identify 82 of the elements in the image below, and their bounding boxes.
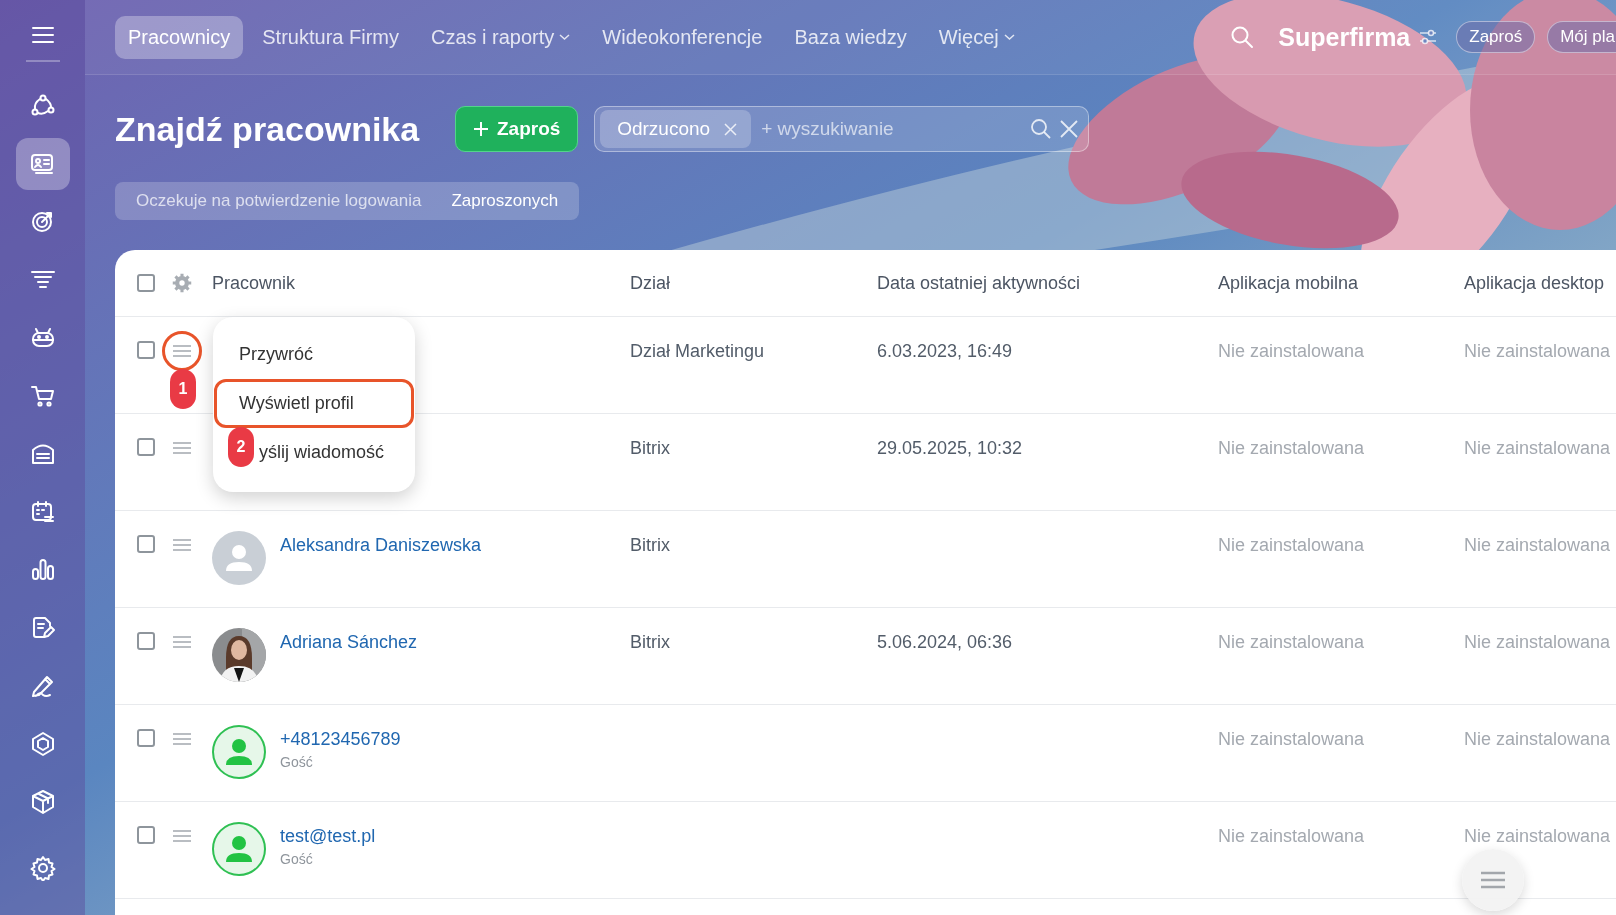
filter-chip[interactable]: Odrzucono [600,110,752,148]
table-cell-text: 6.03.2023, 16:49 [877,341,1014,362]
table-cell-text: Nie zainstalowana [1464,729,1612,750]
table-cell-text: Nie zainstalowana [1464,826,1612,847]
employee-name-link[interactable]: +48123456789 [280,729,401,750]
checkbox[interactable] [137,438,155,456]
step-badge: 2 [228,427,254,467]
settings-icon[interactable] [172,273,192,293]
close-icon[interactable] [1058,118,1081,140]
header-button[interactable]: Zaproś [1456,21,1536,53]
table-cell-text: Dział Marketingu [630,341,766,362]
filter-tab[interactable]: Zaproszonych [436,191,574,211]
menu-icon [172,538,192,552]
employee-name-link[interactable]: test@test.pl [280,826,376,847]
column-header[interactable]: Dział [630,272,877,294]
nav-tab[interactable]: Więcej [925,15,1028,59]
employee-name-link[interactable]: Aleksandra Daniszewska [280,535,482,556]
step-badge: 1 [170,369,196,409]
column-header[interactable]: Pracownik [212,272,630,294]
checkbox[interactable] [137,341,155,359]
menu-icon [172,635,192,649]
table-cell-text: Nie zainstalowana [1464,535,1612,556]
table-cell-text: Nie zainstalowana [1218,438,1366,459]
cart-icon [29,383,56,409]
table-cell-text: Nie zainstalowana [1464,632,1612,653]
box-icon [29,789,56,815]
table-cell-text: Bitrix [630,438,671,459]
header-button[interactable]: Mój pla [1547,21,1616,53]
column-header[interactable]: Aplikacja mobilna [1218,272,1464,294]
menu-icon [1480,870,1506,890]
table-cell-text: 29.05.2025, 10:32 [877,438,1024,459]
contact-card-icon [29,151,56,177]
settings-icon [29,855,56,881]
checkbox[interactable] [137,632,155,650]
column-header[interactable]: Data ostatniej aktywności [877,272,1218,294]
checkbox[interactable] [137,535,155,553]
search-icon[interactable] [1030,118,1053,140]
sliders-icon[interactable] [1418,28,1439,46]
bar-chart-icon [29,557,56,583]
table-cell-text: Nie zainstalowana [1218,729,1366,750]
calendar-icon [29,499,56,525]
checkbox[interactable] [137,826,155,844]
table-cell-text: Nie zainstalowana [1218,341,1366,362]
menu-item[interactable]: Przywróć [214,330,414,379]
nav-tab[interactable]: Struktura Firmy [249,15,412,59]
sidebar-item[interactable] [15,138,70,190]
checkbox[interactable] [137,274,155,292]
menu-item[interactable]: yślij wiadomość [257,428,414,477]
plus-icon [473,121,489,137]
table-cell-text: 5.06.2024, 06:36 [877,632,1014,653]
pen-icon [29,673,56,699]
table-cell-text: Nie zainstalowana [1218,632,1366,653]
nav-tab[interactable]: Czas i raporty [417,15,584,59]
page-title: Znajdź pracownika [115,109,420,149]
table-cell-text: Nie zainstalowana [1218,826,1366,847]
invite-button[interactable]: Zaproś [455,106,579,152]
menu-icon [172,829,192,843]
search-icon[interactable] [1230,25,1255,49]
user-role: Gość [280,754,314,770]
chevron-down-icon [1003,33,1015,41]
table-cell-text: Bitrix [630,632,671,653]
table-cell-text: Nie zainstalowana [1218,535,1366,556]
close-icon[interactable] [724,122,738,136]
chevron-down-icon [559,33,571,41]
menu-icon [172,732,192,746]
table-cell-text: Nie zainstalowana [1464,438,1612,459]
nav-tab[interactable]: Baza wiedzy [781,15,920,59]
checkbox[interactable] [137,729,155,747]
hexagon-icon [29,731,56,757]
menu-icon [172,441,192,455]
company-name[interactable]: Superfirma [1278,22,1411,52]
table-cell-text: Bitrix [630,535,671,556]
nav-tab[interactable]: Wideokonferencje [589,15,776,59]
table-cell-text: Nie zainstalowana [1464,341,1612,362]
nav-tab[interactable]: Pracownicy [115,15,244,59]
search-field[interactable]: Odrzucono + wyszukiwanie [594,106,1090,152]
column-header[interactable]: Aplikacja desktop [1464,272,1616,294]
employee-name-link[interactable]: Adriana Sánchez [280,632,418,653]
menu-item[interactable]: Wyświetl profil [214,379,414,428]
user-role: Gość [280,851,314,867]
filter-tab[interactable]: Oczekuje na potwierdzenie logowania [121,191,437,211]
menu-icon [172,344,192,358]
